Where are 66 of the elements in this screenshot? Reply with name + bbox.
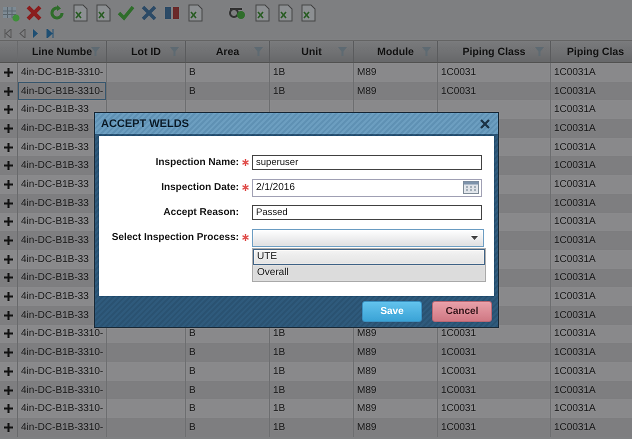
column-header[interactable]: Area (216, 46, 240, 58)
spreadsheet-icon[interactable] (186, 4, 204, 22)
expand-row-icon[interactable] (4, 422, 13, 432)
spreadsheet-icon[interactable] (253, 4, 271, 22)
expand-row-icon[interactable] (4, 124, 13, 133)
expand-row-icon[interactable] (4, 236, 13, 246)
table-cell: 1C0031 (438, 418, 551, 437)
field-label: Inspection Date: (160, 182, 239, 193)
table-cell: M89 (354, 418, 438, 437)
column-header[interactable]: Unit (301, 46, 322, 58)
table-cell: B (186, 418, 270, 437)
field-label: Inspection Name: (154, 157, 239, 168)
spreadsheet-icon[interactable] (276, 4, 294, 22)
expand-row-icon[interactable] (4, 348, 13, 358)
dialog-button[interactable]: Cancel (432, 301, 492, 322)
expand-row-icon[interactable] (4, 217, 13, 226)
check-icon[interactable] (117, 4, 135, 22)
input-field[interactable]: Passed (252, 205, 482, 220)
calendar-icon[interactable] (463, 181, 479, 194)
expand-row-icon[interactable] (4, 86, 13, 96)
close-icon[interactable] (480, 118, 490, 128)
input-field[interactable]: superuser (252, 155, 482, 170)
expand-row-icon[interactable] (4, 366, 13, 376)
dropdown-option[interactable]: Overall (253, 264, 485, 280)
columns-icon[interactable] (163, 4, 181, 22)
column-header[interactable]: Line Numbe (32, 46, 92, 58)
column-header[interactable]: Piping Clas (566, 46, 624, 58)
previous-page-icon[interactable] (18, 28, 26, 38)
filter-icon[interactable] (91, 47, 100, 56)
expand-row-icon[interactable] (4, 142, 13, 152)
expand-row-icon[interactable] (4, 161, 13, 170)
expand-row-icon[interactable] (4, 292, 13, 302)
dialog-button[interactable]: Save (362, 301, 422, 322)
first-page-icon[interactable] (4, 28, 12, 38)
table-cell: 1B (270, 418, 354, 437)
field-label: Select Inspection Process: (110, 232, 239, 243)
delete-icon[interactable] (25, 4, 43, 22)
dropdown-field[interactable] (252, 228, 484, 246)
next-page-icon[interactable] (32, 28, 40, 38)
table-cell: 4in-DC-B1B-3310- (18, 82, 107, 100)
date-field[interactable]: 2/1/2016 (252, 178, 482, 196)
column-header[interactable]: Module (377, 46, 414, 58)
expand-row-icon[interactable] (4, 68, 13, 77)
table-cell: 4in-DC-B1B-3310- (18, 418, 107, 437)
expand-row-icon[interactable] (4, 180, 13, 189)
expand-row-icon[interactable] (4, 105, 13, 114)
expand-row-icon[interactable] (4, 273, 13, 282)
last-page-icon[interactable] (46, 28, 54, 38)
spreadsheet-icon[interactable] (94, 4, 112, 22)
add-row-grid-icon[interactable] (2, 4, 20, 22)
column-header[interactable]: Lot ID (131, 46, 161, 58)
expand-row-icon[interactable] (4, 254, 13, 264)
table-cell: 4in-DC-B1B-3310- (18, 63, 107, 82)
field-label: Accept Reason: (162, 207, 239, 218)
expand-row-icon[interactable] (4, 198, 13, 208)
table-cell: 1C0031A (551, 418, 632, 437)
column-header[interactable]: Piping Class (462, 46, 526, 58)
expand-row-icon[interactable] (4, 329, 13, 338)
spreadsheet-icon[interactable] (71, 4, 89, 22)
close-icon[interactable] (140, 4, 158, 22)
expand-row-icon[interactable] (4, 310, 13, 320)
expand-row-icon[interactable] (4, 386, 13, 395)
dropdown-caret-icon (471, 236, 478, 240)
expand-row-icon[interactable] (4, 404, 13, 414)
dropdown-option[interactable]: UTE (253, 248, 485, 264)
spreadsheet-icon[interactable] (299, 4, 317, 22)
